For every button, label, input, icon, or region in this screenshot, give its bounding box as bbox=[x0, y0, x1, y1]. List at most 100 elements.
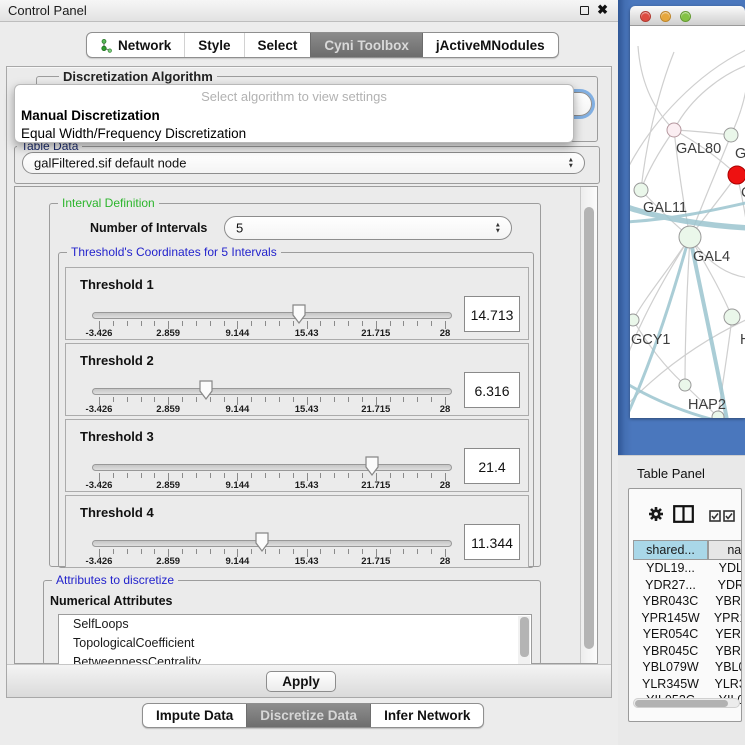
slider-track[interactable] bbox=[92, 388, 452, 395]
table-row[interactable]: YER054CYER054C bbox=[629, 626, 742, 643]
tick-mark bbox=[293, 549, 294, 554]
tick-mark bbox=[210, 549, 211, 554]
horizontal-scrollbar[interactable] bbox=[633, 698, 740, 708]
slider-track[interactable] bbox=[92, 540, 452, 547]
gal4-node[interactable] bbox=[679, 226, 701, 248]
table-row[interactable]: YBR043CYBR043C bbox=[629, 593, 742, 610]
threshold-value-field[interactable]: 14.713 bbox=[464, 296, 520, 332]
table-row[interactable]: YDL19...YDL19... bbox=[629, 560, 742, 577]
column-header-name[interactable]: name bbox=[708, 540, 742, 560]
threshold-value-field[interactable]: 21.4 bbox=[464, 448, 520, 484]
tick-mark bbox=[390, 473, 391, 478]
checkbox-icon[interactable] bbox=[723, 510, 735, 522]
slider-track[interactable] bbox=[92, 312, 452, 319]
thresholds-group-title: Threshold's Coordinates for 5 Intervals bbox=[67, 245, 281, 259]
table-row[interactable]: YDR27...YDR27... bbox=[629, 577, 742, 594]
table-data-combo[interactable]: galFiltered.sif default node ▲▼ bbox=[22, 152, 585, 174]
cell-shared-name: YBR043C bbox=[633, 594, 708, 608]
slider-scale-labels: -3.4262.8599.14415.4321.71528 bbox=[99, 328, 445, 339]
hscrollbar-thumb[interactable] bbox=[635, 700, 728, 707]
gcy1-node[interactable] bbox=[630, 314, 639, 326]
threshold-panel-4: Threshold 4-3.4262.8599.14415.4321.71528… bbox=[65, 495, 529, 568]
tick-mark bbox=[320, 321, 321, 326]
tab-label: Style bbox=[198, 38, 230, 53]
tick-mark bbox=[320, 473, 321, 478]
hap2-node[interactable] bbox=[679, 379, 691, 391]
apply-toolbar: Apply bbox=[7, 664, 611, 697]
tick-mark bbox=[127, 321, 128, 326]
list-scrollbar-thumb[interactable] bbox=[520, 617, 529, 657]
attribute-item-selfloops[interactable]: SelfLoops bbox=[59, 615, 531, 634]
tick-mark bbox=[196, 397, 197, 402]
node[interactable] bbox=[724, 309, 740, 325]
attribute-item-topologicalcoefficient[interactable]: TopologicalCoefficient bbox=[59, 634, 531, 653]
threshold-value-field[interactable]: 6.316 bbox=[464, 372, 520, 408]
threshold-label: Threshold 3 bbox=[80, 429, 154, 444]
minimize-traffic-icon[interactable] bbox=[660, 11, 671, 22]
tick-mark bbox=[154, 473, 155, 478]
node-table: shared... name YDL19...YDL19...YDR27...Y… bbox=[628, 488, 742, 722]
tick-mark bbox=[113, 549, 114, 554]
gal11-node[interactable] bbox=[634, 183, 648, 197]
table-row[interactable]: YBL079WYBL079W bbox=[629, 659, 742, 676]
slider-track[interactable] bbox=[92, 464, 452, 471]
cell-name: YBL079W bbox=[708, 660, 742, 674]
scale-label: 15.43 bbox=[281, 404, 333, 415]
apply-button[interactable]: Apply bbox=[266, 671, 336, 692]
close-icon[interactable]: ✖ bbox=[597, 2, 608, 18]
tick-mark bbox=[113, 397, 114, 402]
algorithm-option-manual-discretization[interactable]: Manual Discretization bbox=[17, 107, 569, 125]
tick-mark bbox=[113, 321, 114, 326]
tab-jactivemnodules[interactable]: jActiveMNodules bbox=[422, 33, 558, 57]
column-header-shared-name[interactable]: shared... bbox=[633, 540, 708, 560]
split-columns-icon[interactable] bbox=[673, 505, 694, 523]
tab-label: Select bbox=[258, 38, 298, 53]
list-scrollbar[interactable] bbox=[518, 616, 530, 666]
cell-shared-name: YBL079W bbox=[633, 660, 708, 674]
tick-mark bbox=[362, 321, 363, 326]
tab-discretize-data[interactable]: Discretize Data bbox=[246, 704, 370, 727]
tick-mark bbox=[196, 473, 197, 478]
vertical-scrollbar[interactable] bbox=[580, 187, 597, 663]
table-row[interactable]: YPR145WYPR145W bbox=[629, 610, 742, 627]
num-intervals-combo[interactable]: 5 ▲▼ bbox=[224, 216, 512, 240]
tick-mark bbox=[293, 473, 294, 478]
tick-mark bbox=[127, 473, 128, 478]
scale-label: 9.144 bbox=[211, 404, 263, 415]
scrollbar-thumb[interactable] bbox=[584, 207, 594, 649]
attributes-listbox[interactable]: SelfLoopsTopologicalCoefficientBetweenne… bbox=[58, 614, 532, 666]
table-panel-title: Table Panel bbox=[637, 466, 705, 481]
table-row[interactable]: YBR045CYBR045C bbox=[629, 643, 742, 660]
cell-shared-name: YDR27... bbox=[633, 578, 708, 592]
tick-mark bbox=[348, 549, 349, 554]
zoom-traffic-icon[interactable] bbox=[680, 11, 691, 22]
network-canvas[interactable]: GAL80GAL11GAL4GCY1HAP2GCH bbox=[630, 26, 745, 418]
tab-infer-network[interactable]: Infer Network bbox=[370, 704, 483, 727]
tick-mark bbox=[251, 473, 252, 478]
scale-label: 2.859 bbox=[142, 328, 194, 339]
tick-mark bbox=[141, 473, 142, 478]
tab-network[interactable]: Network bbox=[87, 33, 184, 57]
tab-label: Network bbox=[118, 38, 171, 53]
tick-mark bbox=[431, 397, 432, 402]
gear-icon[interactable] bbox=[648, 506, 664, 522]
table-row[interactable]: YLR345WYLR345W bbox=[629, 676, 742, 693]
node-label-gcy1: GCY1 bbox=[631, 332, 671, 348]
threshold-value-field[interactable]: 11.344 bbox=[464, 524, 520, 560]
tab-impute-data[interactable]: Impute Data bbox=[143, 704, 246, 727]
tick-mark bbox=[403, 473, 404, 478]
gal80-node[interactable] bbox=[667, 123, 681, 137]
node-label-hap2: HAP2 bbox=[688, 397, 726, 413]
float-window-icon[interactable] bbox=[580, 6, 589, 15]
tick-mark bbox=[154, 397, 155, 402]
node[interactable] bbox=[724, 128, 738, 142]
tab-cyni-toolbox[interactable]: Cyni Toolbox bbox=[310, 33, 422, 57]
tab-style[interactable]: Style bbox=[184, 33, 243, 57]
selected-red-node[interactable] bbox=[728, 166, 745, 184]
checkbox-icon[interactable] bbox=[709, 510, 721, 522]
algorithm-option-equal-width-frequency-discretization[interactable]: Equal Width/Frequency Discretization bbox=[17, 125, 569, 143]
tab-select[interactable]: Select bbox=[244, 33, 311, 57]
tick-mark bbox=[403, 397, 404, 402]
close-traffic-icon[interactable] bbox=[640, 11, 651, 22]
node-label-partial: C bbox=[741, 185, 745, 201]
